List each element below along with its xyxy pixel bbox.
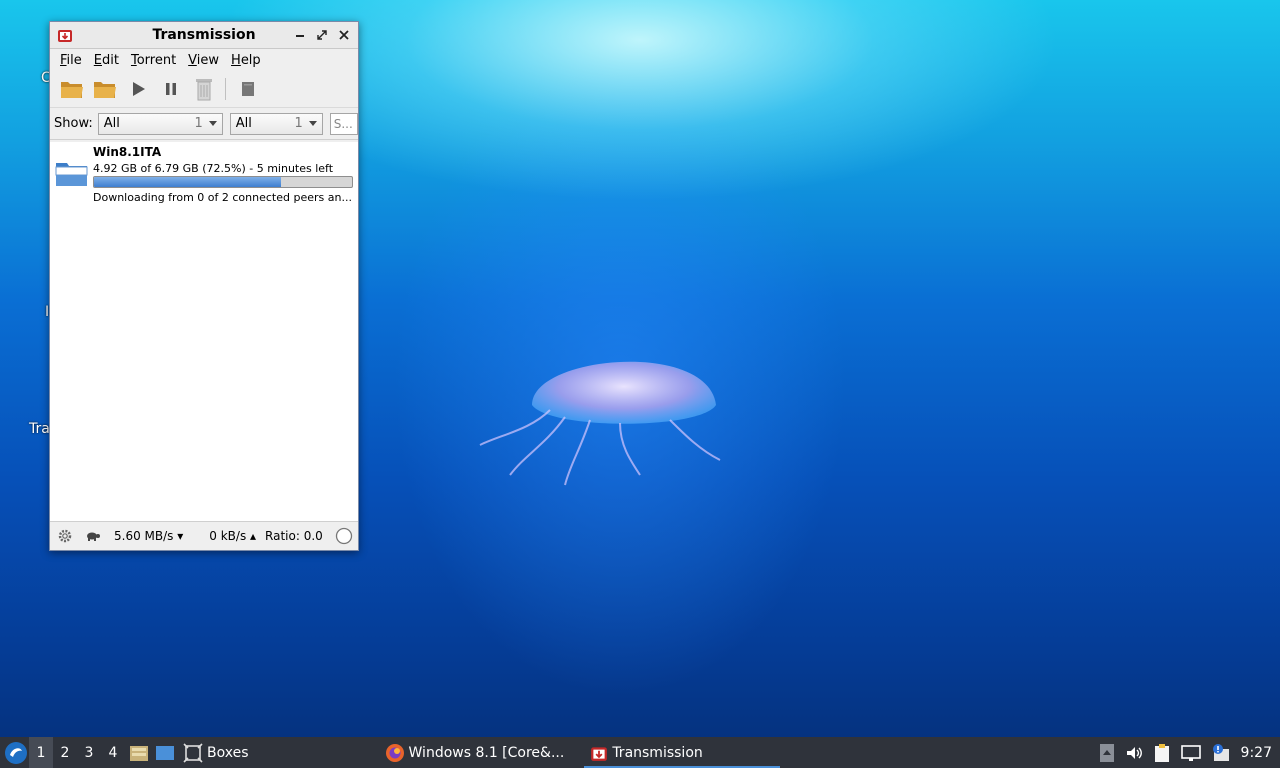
torrent-list: Win8.1ITA 4.92 GB of 6.79 GB (72.5%) - 5… xyxy=(50,142,358,521)
menu-file-label: ile xyxy=(66,52,82,68)
menu-view-mnemonic: V xyxy=(188,52,197,68)
open-icon xyxy=(61,82,83,98)
pause-button[interactable] xyxy=(155,74,187,104)
menu-help-mnemonic: H xyxy=(231,52,241,68)
turtle-icon xyxy=(87,532,100,541)
clipboard-icon[interactable] xyxy=(1153,743,1171,763)
start-button[interactable] xyxy=(122,74,154,104)
desktop-icon-label[interactable]: Tra xyxy=(29,421,50,437)
torrent-row[interactable]: Win8.1ITA 4.92 GB of 6.79 GB (72.5%) - 5… xyxy=(50,142,358,206)
task-firefox[interactable]: Windows 8.1 [Core&... xyxy=(379,737,571,768)
transmission-app-icon[interactable] xyxy=(57,27,73,43)
menu-edit-label: dit xyxy=(102,52,119,68)
desktop-icon xyxy=(156,745,174,760)
activity-filter-count: 1 xyxy=(194,116,203,131)
start-icon xyxy=(133,82,145,96)
menu-edit-mnemonic: E xyxy=(93,52,102,68)
activity-filter-value: All xyxy=(103,116,120,131)
notification-icon[interactable] xyxy=(1211,743,1231,763)
menu-view[interactable]: View xyxy=(182,53,225,68)
activity-filter-combo[interactable]: All 1 xyxy=(97,112,223,135)
window-titlebar[interactable]: Transmission xyxy=(50,22,358,49)
task-firefox-label: Windows 8.1 [Core&... xyxy=(408,744,565,761)
remove-icon xyxy=(196,79,212,101)
pause-icon xyxy=(166,83,176,95)
search-input[interactable]: S... xyxy=(329,112,358,135)
close-button[interactable] xyxy=(336,27,352,43)
toolbar xyxy=(50,71,358,108)
clock[interactable]: 9:27 xyxy=(1241,745,1272,761)
torrent-progress-text: 4.92 GB of 6.79 GB (72.5%) - 5 minutes l… xyxy=(93,162,334,175)
maximize-button[interactable] xyxy=(314,27,330,43)
workspace-3[interactable]: 3 xyxy=(77,737,101,768)
menu-edit[interactable]: Edit xyxy=(88,53,125,68)
taskbar: 1 2 3 4 Boxes Windows 8.1 [Core&... Tran… xyxy=(0,737,1280,768)
minimize-icon xyxy=(296,35,304,37)
open-url-icon xyxy=(94,82,116,98)
workspace-2[interactable]: 2 xyxy=(53,737,77,768)
torrent-progress-fill xyxy=(94,177,282,187)
statistics-button[interactable] xyxy=(335,527,353,545)
menu-file[interactable]: File xyxy=(54,53,88,68)
wallpaper-jellyfish xyxy=(479,361,721,486)
show-label: Show: xyxy=(54,116,93,131)
gear-icon xyxy=(58,529,72,543)
tray-expand-icon[interactable] xyxy=(1099,743,1115,763)
menu-torrent-label: orrent xyxy=(136,52,177,68)
boxes-icon xyxy=(183,742,203,763)
volume-icon[interactable] xyxy=(1125,744,1143,762)
menu-help-label: elp xyxy=(240,52,261,68)
torrent-name: Win8.1ITA xyxy=(93,145,162,159)
file-manager-launcher[interactable] xyxy=(127,737,151,768)
folder-icon xyxy=(55,163,88,186)
task-boxes-label: Boxes xyxy=(207,744,249,761)
torrent-status: Downloading from 0 of 2 connected peers … xyxy=(93,191,352,204)
open-torrent-button[interactable] xyxy=(56,74,88,104)
transmission-window: Transmission File Edit Torrent View Help xyxy=(49,21,359,551)
workspace-4[interactable]: 4 xyxy=(101,737,125,768)
close-icon xyxy=(339,30,349,40)
menu-torrent[interactable]: Torrent xyxy=(125,53,182,68)
show-desktop-launcher[interactable] xyxy=(153,737,177,768)
menu-view-label: iew xyxy=(196,52,220,68)
tracker-filter-combo[interactable]: All 1 xyxy=(229,112,323,135)
workspace-1[interactable]: 1 xyxy=(29,737,53,768)
filter-bar: Show: All 1 All 1 S... xyxy=(50,108,358,140)
application-menu-icon[interactable] xyxy=(3,740,29,766)
torrent-progress-bar xyxy=(93,176,353,188)
network-icon[interactable] xyxy=(1180,744,1201,762)
maximize-icon xyxy=(317,30,327,40)
properties-button[interactable] xyxy=(232,74,264,104)
statusbar: 5.60 MB/s ▾ 0 kB/s ▴ Ratio: 0.0 xyxy=(50,521,358,550)
chevron-down-icon xyxy=(308,121,317,126)
preferences-button[interactable] xyxy=(56,527,74,545)
ratio-toggle-icon xyxy=(335,527,353,545)
task-boxes[interactable]: Boxes xyxy=(177,737,255,768)
tracker-filter-value: All xyxy=(235,116,252,131)
upload-rate[interactable]: 0 kB/s ▴ xyxy=(209,529,256,543)
task-transmission-label: Transmission xyxy=(612,744,703,761)
menubar: File Edit Torrent View Help xyxy=(50,49,358,71)
task-transmission[interactable]: Transmission xyxy=(584,737,781,768)
properties-icon xyxy=(242,82,254,96)
remove-button[interactable] xyxy=(188,74,220,104)
open-url-button[interactable] xyxy=(89,74,121,104)
download-rate[interactable]: 5.60 MB/s ▾ xyxy=(114,529,183,543)
minimize-button[interactable] xyxy=(292,27,308,43)
turtle-mode-button[interactable] xyxy=(84,527,102,545)
transmission-icon xyxy=(591,746,608,761)
ratio-text: Ratio: 0.0 xyxy=(265,529,323,543)
firefox-icon xyxy=(385,743,404,762)
tracker-filter-count: 1 xyxy=(294,116,303,131)
file-manager-icon xyxy=(130,745,148,761)
chevron-down-icon xyxy=(208,121,217,126)
toolbar-separator xyxy=(225,78,226,100)
system-tray: 9:27 xyxy=(1099,743,1272,763)
menu-help[interactable]: Help xyxy=(225,53,267,68)
